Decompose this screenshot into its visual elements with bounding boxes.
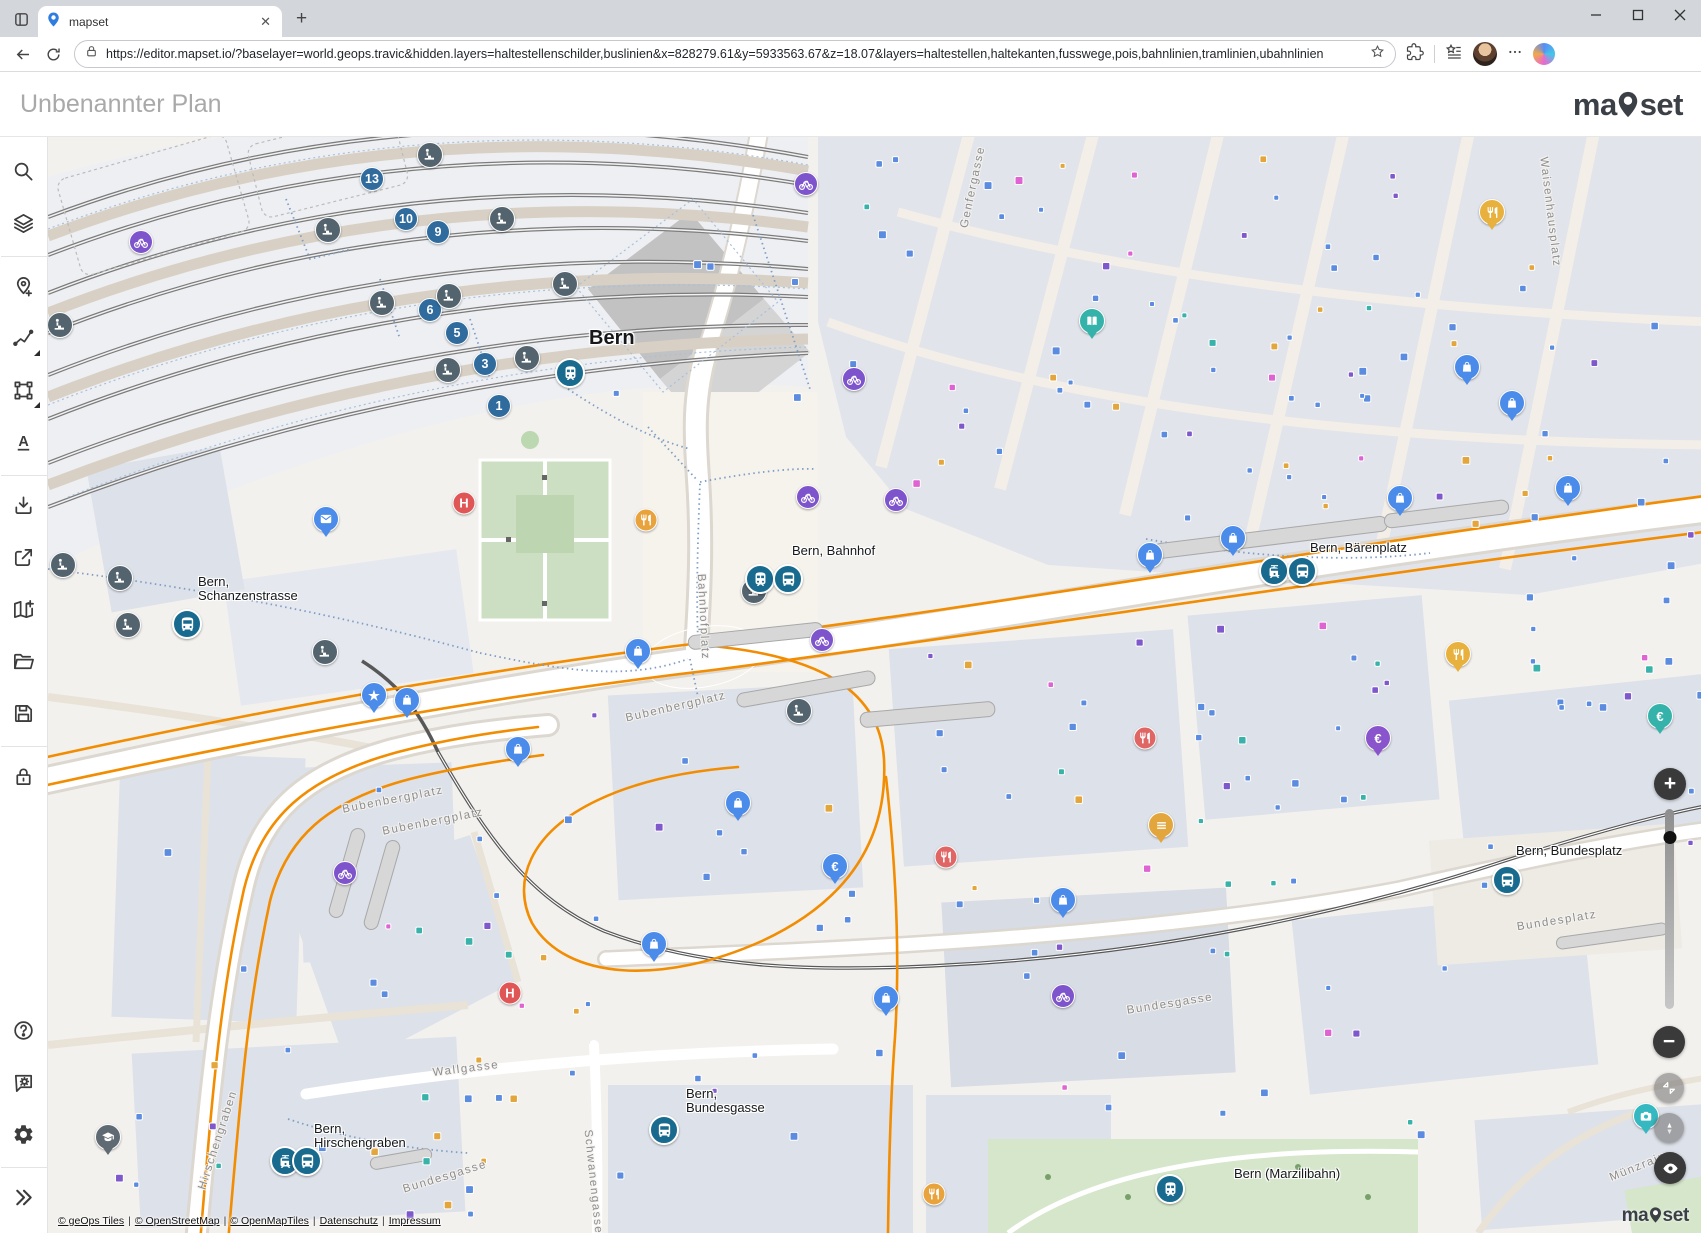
map-add-icon — [12, 598, 35, 624]
lock-tool-button[interactable] — [4, 756, 44, 800]
sidebar-divider — [1, 746, 47, 747]
attribution-link[interactable]: © OpenStreetMap — [135, 1215, 220, 1227]
attribution-link[interactable]: Datenschutz — [320, 1215, 378, 1227]
add-stop-tool-button[interactable] — [4, 266, 44, 310]
tab-strip: mapset ✕ + — [0, 0, 1701, 37]
browser-tab[interactable]: mapset ✕ — [38, 6, 282, 37]
navigation-bar: https://editor.mapset.io/?baselayer=worl… — [0, 37, 1701, 72]
more-menu-icon[interactable] — [1507, 44, 1523, 65]
tab-title: mapset — [69, 15, 249, 29]
add-text-tool-button[interactable]: A — [4, 422, 44, 466]
close-button[interactable] — [1659, 0, 1701, 30]
mapset-logo: ma set — [1573, 89, 1683, 120]
polyline-icon — [12, 327, 35, 353]
draw-polygon-tool-button[interactable] — [4, 370, 44, 414]
toolbar-divider — [1434, 45, 1435, 63]
share-tool-button[interactable] — [4, 537, 44, 581]
tool-sidebar: A — [0, 137, 48, 1233]
logo-text-prefix: ma — [1573, 89, 1617, 120]
download-tool-button[interactable] — [4, 485, 44, 529]
sidebar-bottom-group — [1, 1006, 47, 1225]
sidebar-divider — [1, 1167, 47, 1168]
attribution-link[interactable]: Impressum — [389, 1215, 441, 1227]
settings-button[interactable] — [4, 1114, 44, 1158]
attribution: © geOps Tiles|© OpenStreetMap|© OpenMapT… — [58, 1215, 441, 1227]
expand-sidebar-button[interactable] — [4, 1177, 44, 1221]
logo-text-suffix: set — [1640, 89, 1683, 120]
mapset-favicon — [46, 12, 61, 32]
draw-line-tool-button[interactable] — [4, 318, 44, 362]
help-icon — [12, 1019, 35, 1045]
share-icon — [12, 546, 35, 572]
copilot-icon[interactable] — [1533, 43, 1555, 65]
attribution-separator: | — [313, 1215, 316, 1227]
expand-icon — [12, 1186, 35, 1212]
watermark-text-suffix: set — [1662, 1206, 1689, 1225]
back-button[interactable] — [8, 40, 38, 68]
attribution-link[interactable]: © geOps Tiles — [58, 1215, 124, 1227]
new-plan-tool-button[interactable] — [4, 589, 44, 633]
feedback-button[interactable] — [4, 1062, 44, 1106]
svg-text:A: A — [18, 434, 28, 450]
tab-close-icon[interactable]: ✕ — [257, 14, 274, 30]
url-text[interactable]: https://editor.mapset.io/?baselayer=worl… — [106, 47, 1362, 61]
save-plan-tool-button[interactable] — [4, 693, 44, 737]
save-icon — [12, 702, 35, 728]
refresh-button[interactable] — [38, 40, 68, 68]
layers-icon — [12, 212, 35, 238]
browser-toolbar-icons — [1406, 42, 1555, 66]
address-bar[interactable]: https://editor.mapset.io/?baselayer=worl… — [74, 40, 1396, 68]
folder-icon — [12, 650, 35, 676]
lock-icon — [12, 765, 35, 791]
settings-icon — [12, 1123, 35, 1149]
sidebar-divider — [1, 475, 47, 476]
site-security-icon[interactable] — [85, 45, 98, 63]
browser-window: mapset ✕ + https://editor.mapset.io/?bas… — [0, 0, 1701, 1233]
attribution-separator: | — [224, 1215, 227, 1227]
polygon-icon — [12, 379, 35, 405]
map-base — [48, 137, 1701, 1233]
extensions-icon[interactable] — [1406, 43, 1424, 66]
layers-tool-button[interactable] — [4, 203, 44, 247]
attribution-separator: | — [128, 1215, 131, 1227]
minimize-button[interactable] — [1575, 0, 1617, 30]
window-controls — [1575, 0, 1701, 30]
attribution-link[interactable]: © OpenMapTiles — [230, 1215, 309, 1227]
pin-add-icon — [12, 275, 35, 301]
logo-pin-icon — [1617, 90, 1639, 119]
map-canvas[interactable]: GenfergasseWaisenhausplatzBahnhofplatzBu… — [48, 137, 1701, 1233]
maximize-button[interactable] — [1617, 0, 1659, 30]
open-plan-tool-button[interactable] — [4, 641, 44, 685]
search-tool-button[interactable] — [4, 151, 44, 195]
favorite-star-icon[interactable] — [1370, 44, 1385, 64]
download-icon — [12, 494, 35, 520]
mapset-watermark: ma set — [1622, 1206, 1689, 1225]
help-button[interactable] — [4, 1010, 44, 1054]
profile-avatar[interactable] — [1473, 42, 1497, 66]
app-header: ma set — [0, 72, 1701, 137]
search-icon — [12, 160, 35, 186]
sidebar-divider — [1, 256, 47, 257]
attribution-separator: | — [382, 1215, 385, 1227]
new-tab-button[interactable]: + — [290, 7, 313, 31]
plan-title-input[interactable] — [18, 89, 1573, 120]
text-icon: A — [12, 431, 35, 457]
watermark-text-prefix: ma — [1622, 1206, 1649, 1225]
favorites-icon[interactable] — [1445, 43, 1463, 66]
watermark-pin-icon — [1649, 1206, 1662, 1224]
feedback-icon — [12, 1071, 35, 1097]
tab-actions-icon[interactable] — [6, 5, 36, 33]
